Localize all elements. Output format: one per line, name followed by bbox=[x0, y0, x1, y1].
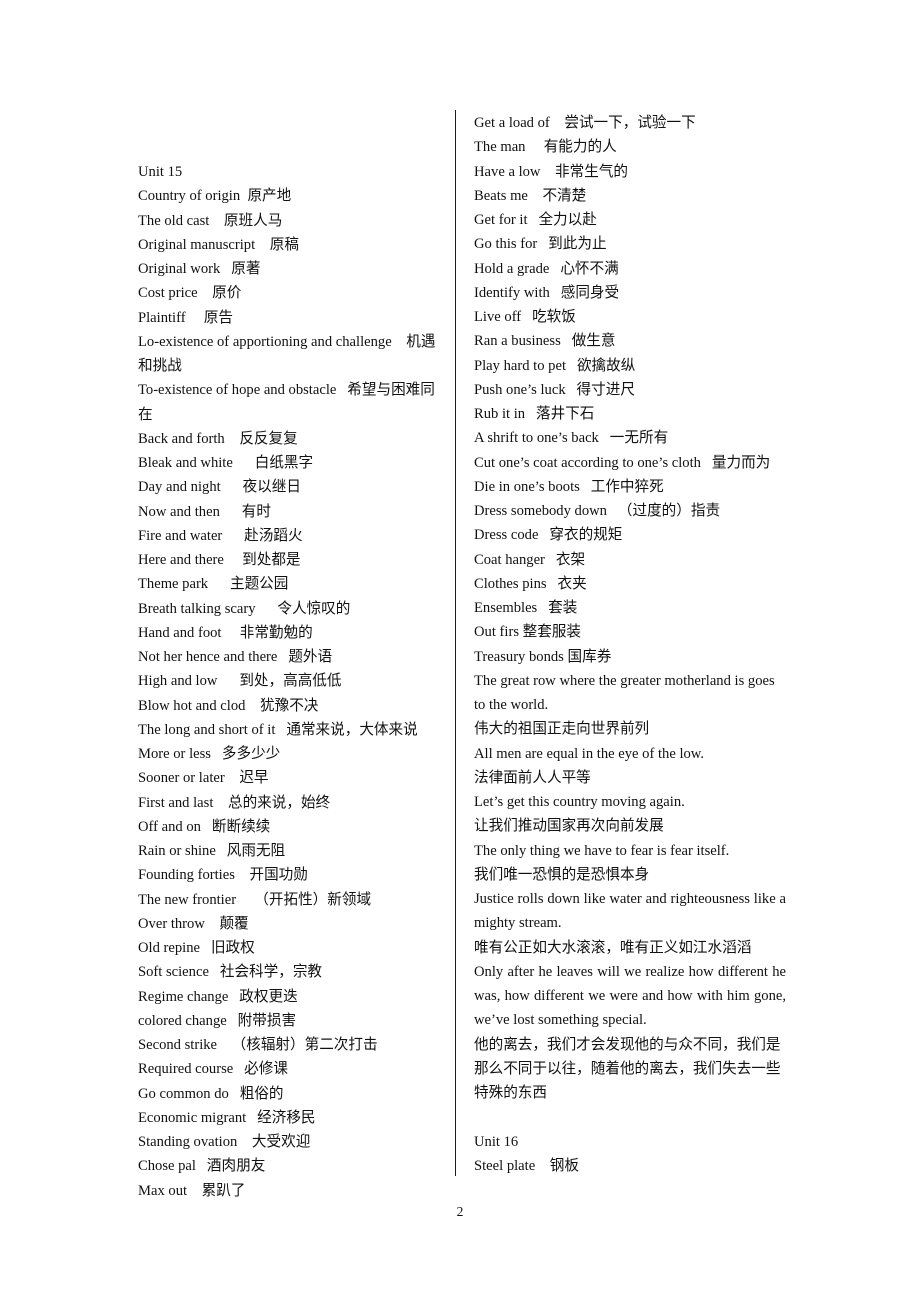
vocab-entry: 伟大的祖国正走向世界前列 bbox=[474, 721, 650, 738]
vocab-entry: Ran a business 做生意 bbox=[474, 333, 616, 350]
vocab-entry: Cut one’s coat according to one’s cloth … bbox=[474, 454, 771, 471]
vocab-entry: 唯有公正如大水滚滚，唯有正义如江水滔滔 bbox=[474, 939, 752, 956]
vocab-entry: Go common do 粗俗的 bbox=[138, 1085, 284, 1102]
vocab-entry: Soft science 社会科学，宗教 bbox=[138, 964, 323, 981]
vocab-entry: Second strike （核辐射）第二次打击 bbox=[138, 1037, 378, 1053]
vocab-entry: Get a load of 尝试一下，试验一下 bbox=[474, 115, 696, 131]
vocab-entry: A shrift to one’s back 一无所有 bbox=[474, 430, 669, 447]
vocab-entry: Lo-existence of apportioning and challen… bbox=[138, 333, 436, 374]
vocab-entry: Get for it 全力以赴 bbox=[474, 212, 597, 228]
quote-paragraph: Justice rolls down like water and righte… bbox=[474, 891, 786, 932]
vocab-entry: More or less 多多少少 bbox=[138, 746, 281, 762]
vocab-entry: Original manuscript 原稿 bbox=[138, 236, 299, 253]
document-page: Unit 15 Country of origin 原产地 The old cast… bbox=[0, 0, 920, 1302]
vocab-entry: High and low 到处，高高低低 bbox=[138, 673, 342, 690]
quote-paragraph: 他的离去，我们才会发现他的与众不同，我们是那么不同于以往，随着他的离去，我们失去… bbox=[474, 1036, 781, 1102]
vocab-entry: Out firs 整套服装 bbox=[474, 624, 582, 641]
vocab-entry: Not her hence and there 题外语 bbox=[138, 649, 333, 665]
vocab-entry: Hold a grade 心怀不满 bbox=[474, 260, 619, 277]
page-number: 2 bbox=[456, 1204, 464, 1219]
vocab-entry: Have a low 非常生气的 bbox=[474, 163, 629, 180]
vocab-entry: 法律面前人人平等 bbox=[474, 769, 591, 786]
vocab-entry: The only thing we have to fear is fear i… bbox=[474, 842, 730, 859]
vocab-entry: 我们唯一恐惧的是恐惧本身 bbox=[474, 866, 650, 883]
column-divider bbox=[455, 110, 456, 1176]
left-column: Unit 15 Country of origin 原产地 The old cast… bbox=[138, 160, 443, 1203]
right-column: Get a load of 尝试一下，试验一下 The man 有能力的人 Have… bbox=[474, 111, 786, 1178]
vocab-entry: Sooner or later 迟早 bbox=[138, 770, 269, 787]
vocab-entry: Bleak and white 白纸黑字 bbox=[138, 455, 314, 471]
vocab-entry: Regime change 政权更迭 bbox=[138, 988, 298, 1005]
vocab-entry: Identify with 感同身受 bbox=[474, 284, 620, 301]
vocab-entry: Treasury bonds 国库券 bbox=[474, 648, 612, 665]
vocab-entry: Blow hot and clod 犹豫不决 bbox=[138, 697, 319, 714]
vocab-entry: Max out 累趴了 bbox=[138, 1182, 246, 1199]
vocab-entry: Beats me 不清楚 bbox=[474, 187, 587, 204]
vocab-entry: Let’s get this country moving again. bbox=[474, 794, 685, 810]
vocab-entry: colored change 附带损害 bbox=[138, 1012, 297, 1029]
vocab-entry: Live off 吃软饭 bbox=[474, 309, 576, 325]
vocab-entry: Rub it in 落井下石 bbox=[474, 406, 595, 422]
vocab-entry: Unit 16 bbox=[474, 1133, 519, 1150]
vocab-entry: Hand and foot 非常勤勉的 bbox=[138, 624, 313, 641]
vocab-entry: Cost price 原价 bbox=[138, 285, 242, 302]
vocab-entry: Rain or shine 风雨无阻 bbox=[138, 843, 286, 859]
vocab-entry: Dress code 穿衣的规矩 bbox=[474, 527, 623, 544]
vocab-entry: The new frontier （开拓性）新领域 bbox=[138, 891, 372, 908]
vocab-entry: Clothes pins 衣夹 bbox=[474, 575, 587, 592]
vocab-entry: Go this for 到此为止 bbox=[474, 236, 607, 253]
vocab-entry: Country of origin 原产地 bbox=[138, 188, 292, 205]
vocab-entry: Founding forties 开国功勋 bbox=[138, 867, 308, 884]
vocab-entry: To-existence of hope and obstacle 希望与困难同… bbox=[138, 382, 435, 423]
vocab-entry: Over throw 颠覆 bbox=[138, 915, 249, 932]
vocab-entry: Fire and water 赴汤蹈火 bbox=[138, 527, 303, 544]
vocab-entry: Ensembles 套装 bbox=[474, 600, 578, 616]
vocab-entry: The man 有能力的人 bbox=[474, 139, 617, 156]
vocab-entry: Push one’s luck 得寸进尺 bbox=[474, 381, 635, 398]
vocab-entry: Here and there 到处都是 bbox=[138, 552, 301, 568]
vocab-entry: Now and then 有时 bbox=[138, 503, 271, 520]
vocab-entry: Die in one’s boots 工作中猝死 bbox=[474, 478, 664, 495]
vocab-entry: Off and on 断断续续 bbox=[138, 818, 271, 835]
vocab-entry: Breath talking scary 令人惊叹的 bbox=[138, 600, 351, 617]
vocab-entry: Chose pal 酒肉朋友 bbox=[138, 1158, 266, 1175]
vocab-entry: The long and short of it 通常来说，大体来说 bbox=[138, 721, 418, 738]
vocab-entry: 让我们推动国家再次向前发展 bbox=[474, 818, 664, 835]
vocab-entry: Day and night 夜以继日 bbox=[138, 479, 301, 496]
vocab-entry: Standing ovation 大受欢迎 bbox=[138, 1134, 311, 1150]
quote-paragraph: Only after he leaves will we realize how… bbox=[474, 963, 786, 1029]
vocab-entry: Play hard to pet 欲擒故纵 bbox=[474, 357, 636, 374]
vocab-entry: Plaintiff 原告 bbox=[138, 309, 233, 326]
vocab-entry: Economic migrant 经济移民 bbox=[138, 1109, 316, 1126]
vocab-entry: All men are equal in the eye of the low. bbox=[474, 745, 705, 762]
vocab-entry: Theme park 主题公园 bbox=[138, 576, 289, 593]
vocab-entry: Old repine 旧政权 bbox=[138, 940, 255, 956]
vocab-entry: Required course 必修课 bbox=[138, 1061, 288, 1078]
vocab-entry: Steel plate 钢板 bbox=[474, 1157, 579, 1174]
vocab-entry: Original work 原著 bbox=[138, 261, 261, 277]
vocab-entry: Back and forth 反反复复 bbox=[138, 430, 298, 447]
vocab-entry: Coat hanger 衣架 bbox=[474, 551, 586, 568]
quote-paragraph: The great row where the greater motherla… bbox=[474, 672, 775, 713]
vocab-entry: Dress somebody down （过度的）指责 bbox=[474, 503, 721, 519]
vocab-entry: First and last 总的来说，始终 bbox=[138, 794, 331, 811]
vocab-entry: The old cast 原班人马 bbox=[138, 212, 283, 229]
vocab-entry: Unit 15 bbox=[138, 164, 183, 180]
